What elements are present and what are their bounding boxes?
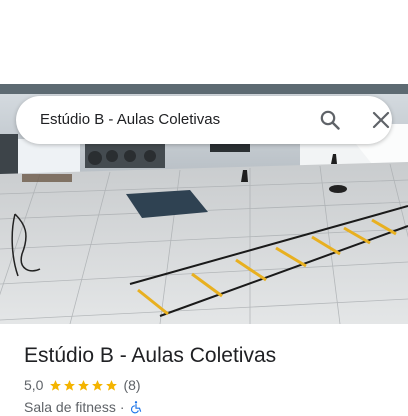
star-icon bbox=[92, 379, 104, 391]
place-info-panel: Estúdio B - Aulas Coletivas 5,0 (8) Sala… bbox=[0, 324, 408, 415]
search-bar[interactable]: Estúdio B - Aulas Coletivas bbox=[16, 96, 392, 144]
separator: · bbox=[119, 399, 125, 415]
close-icon[interactable] bbox=[369, 108, 393, 132]
review-count[interactable]: (8) bbox=[123, 377, 140, 393]
top-blank-area bbox=[0, 0, 408, 84]
rating-value: 5,0 bbox=[24, 377, 44, 393]
category-row: Sala de fitness · bbox=[24, 398, 143, 416]
wheelchair-icon bbox=[130, 401, 141, 414]
place-title: Estúdio B - Aulas Coletivas bbox=[24, 344, 277, 367]
search-input[interactable]: Estúdio B - Aulas Coletivas bbox=[40, 96, 220, 144]
star-icon bbox=[106, 379, 118, 391]
star-icon bbox=[50, 379, 62, 391]
star-rating bbox=[49, 379, 119, 392]
star-icon bbox=[78, 379, 90, 391]
search-icon[interactable] bbox=[318, 108, 342, 132]
rating-row[interactable]: 5,0 (8) bbox=[24, 376, 141, 394]
star-icon bbox=[64, 379, 76, 391]
place-category: Sala de fitness bbox=[24, 399, 116, 415]
